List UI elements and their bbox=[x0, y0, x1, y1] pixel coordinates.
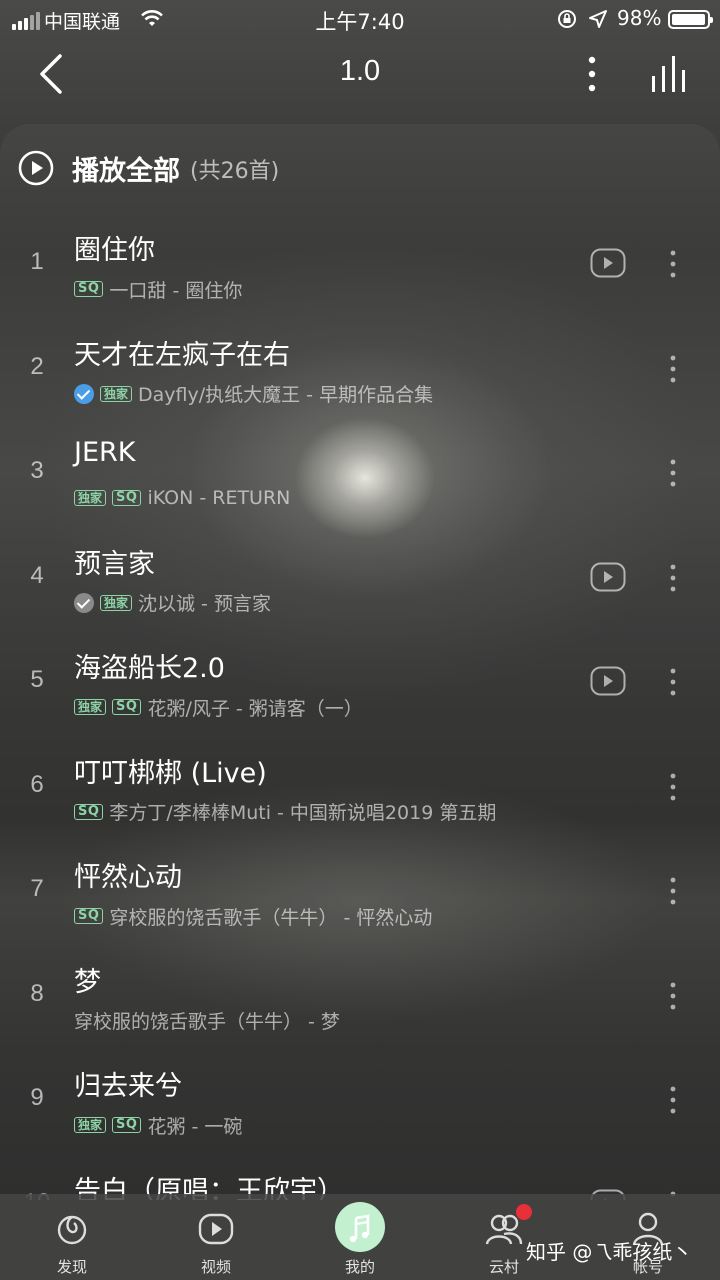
battery-icon bbox=[668, 10, 713, 29]
song-index: 5 bbox=[30, 666, 44, 693]
tab-2[interactable]: 我的 bbox=[288, 1194, 432, 1280]
battery-percent: 98% bbox=[617, 6, 662, 30]
song-meta: SQ 李方丁/李棒棒Muti - 中国新说唱2019 第五期 bbox=[74, 799, 496, 825]
song-title: 叮叮梆梆 (Live) bbox=[74, 757, 267, 789]
more-icon[interactable] bbox=[578, 52, 606, 96]
song-row[interactable]: 8 梦穿校服的饶舌歌手（牛牛） - 梦 bbox=[0, 944, 720, 1048]
artist-album: 沈以诚 - 预言家 bbox=[138, 593, 271, 615]
song-index: 6 bbox=[30, 770, 44, 798]
song-options-icon[interactable] bbox=[664, 771, 682, 803]
song-options-icon[interactable] bbox=[664, 1084, 682, 1116]
song-index: 4 bbox=[30, 561, 44, 589]
sq-badge: SQ bbox=[112, 490, 142, 506]
rotation-lock-icon bbox=[558, 10, 576, 28]
song-title: 归去来兮 bbox=[74, 1071, 182, 1102]
mv-play-icon[interactable] bbox=[590, 248, 626, 278]
song-row[interactable]: 4 预言家独家 沈以诚 - 预言家 bbox=[0, 526, 720, 630]
watermark: 知乎 @乁乖孩纸丶 bbox=[526, 1240, 693, 1264]
tab-label: 我的 bbox=[344, 1258, 375, 1276]
page-title: 1.0 bbox=[339, 55, 381, 87]
sq-badge: SQ bbox=[74, 803, 104, 820]
artist-album: Dayfly/执纸大魔王 - 早期作品合集 bbox=[138, 384, 434, 406]
sq-badge: SQ bbox=[112, 1117, 142, 1133]
song-index: 7 bbox=[30, 875, 44, 902]
song-index: 3 bbox=[30, 457, 44, 484]
tab-label: 发现 bbox=[56, 1258, 87, 1276]
song-meta: 穿校服的饶舌歌手（牛牛） - 梦 bbox=[74, 1008, 340, 1034]
song-index: 8 bbox=[30, 979, 44, 1007]
artist-album: 花粥/风子 - 粥请客（一） bbox=[147, 697, 363, 720]
song-title: 梦 bbox=[74, 966, 101, 998]
song-meta: 独家 Dayfly/执纸大魔王 - 早期作品合集 bbox=[74, 381, 433, 407]
song-meta: 独家 SQ 花粥/风子 - 粥请客（一） bbox=[74, 694, 363, 720]
song-title: 圈住你 bbox=[74, 235, 155, 266]
song-options-icon[interactable] bbox=[664, 457, 682, 489]
video-icon bbox=[198, 1213, 234, 1245]
artist-album: iKON - RETURN bbox=[147, 487, 291, 509]
song-title: 怦然心动 bbox=[74, 862, 182, 893]
song-index: 2 bbox=[30, 352, 44, 380]
clock: 上午7:40 bbox=[315, 10, 405, 34]
song-index: 9 bbox=[30, 1084, 44, 1111]
exclusive-badge: 独家 bbox=[74, 490, 107, 506]
nav-bar: 1.0 bbox=[0, 40, 720, 110]
exclusive-badge: 独家 bbox=[74, 699, 107, 715]
song-title: 天才在左疯子在右 bbox=[74, 339, 290, 371]
song-count: (共26首) bbox=[190, 159, 280, 184]
tab-1[interactable]: 视频 bbox=[144, 1194, 288, 1280]
song-row[interactable]: 1 圈住你 SQ 一口甜 - 圈住你 bbox=[0, 212, 720, 316]
exclusive-badge: 独家 bbox=[100, 385, 133, 402]
song-list-panel: 播放全部 (共26首) 1 圈住你 SQ 一口甜 - 圈住你 2 天才在左疯子在右独家 Da… bbox=[0, 124, 720, 1200]
mv-play-icon[interactable] bbox=[590, 562, 626, 592]
song-row[interactable]: 2 天才在左疯子在右独家 Dayfly/执纸大魔王 - 早期作品合集 bbox=[0, 317, 720, 421]
mv-play-icon[interactable] bbox=[590, 666, 626, 696]
sq-badge: SQ bbox=[74, 281, 104, 297]
song-options-icon[interactable] bbox=[664, 562, 682, 594]
status-bar: 中国联通 上午7:40 98% bbox=[0, 0, 720, 38]
song-meta: 独家 SQ 花粥 - 一碗 bbox=[74, 1112, 242, 1138]
play-all-label: 播放全部 bbox=[72, 156, 180, 187]
sq-badge: SQ bbox=[112, 699, 142, 715]
song-title: 预言家 bbox=[74, 548, 155, 580]
song-options-icon[interactable] bbox=[664, 248, 682, 280]
verified-icon bbox=[74, 383, 94, 404]
play-all-button[interactable]: 播放全部 (共26首) bbox=[0, 124, 720, 212]
song-options-icon[interactable] bbox=[664, 666, 682, 698]
song-meta: 独家 沈以诚 - 预言家 bbox=[74, 590, 271, 616]
notification-dot bbox=[516, 1204, 532, 1220]
song-title: 海盗船长2.0 bbox=[74, 653, 225, 684]
discover-icon bbox=[57, 1215, 87, 1245]
song-meta: SQ 穿校服的饶舌歌手（牛牛） - 怦然心动 bbox=[74, 903, 432, 929]
song-options-icon[interactable] bbox=[664, 980, 682, 1012]
tab-0[interactable]: 发现 bbox=[0, 1194, 144, 1280]
exclusive-badge: 独家 bbox=[100, 594, 133, 611]
artist-album: 穿校服的饶舌歌手（牛牛） - 梦 bbox=[74, 1011, 340, 1033]
song-row[interactable]: 5 海盗船长2.0 独家 SQ 花粥/风子 - 粥请客（一） bbox=[0, 630, 720, 734]
artist-album: 花粥 - 一碗 bbox=[147, 1115, 243, 1138]
artist-album: 一口甜 - 圈住你 bbox=[109, 279, 243, 302]
song-row[interactable]: 10告白（原唱：王欣宇） bbox=[0, 1153, 720, 1200]
song-row[interactable]: 3 JERK 独家 SQ iKON - RETURN bbox=[0, 421, 720, 525]
exclusive-badge: 独家 bbox=[74, 1117, 107, 1133]
music-note-icon bbox=[349, 1214, 370, 1243]
song-options-icon[interactable] bbox=[664, 353, 682, 385]
song-meta: 独家 SQ iKON - RETURN bbox=[74, 485, 290, 511]
song-row[interactable]: 9 归去来兮独家 SQ 花粥 - 一碗 bbox=[0, 1048, 720, 1152]
song-row[interactable]: 6 叮叮梆梆 (Live) SQ 李方丁/李棒棒Muti - 中国新说唱2019 第五… bbox=[0, 735, 720, 839]
song-index: 1 bbox=[30, 248, 44, 275]
artist-album: 李方丁/李棒棒Muti - 中国新说唱2019 第五期 bbox=[109, 802, 497, 824]
tab-label: 视频 bbox=[200, 1258, 231, 1276]
verified-icon bbox=[74, 592, 94, 613]
sq-badge: SQ bbox=[74, 908, 104, 924]
location-icon bbox=[589, 10, 607, 28]
now-playing-icon[interactable] bbox=[648, 52, 692, 96]
play-circle-icon bbox=[18, 150, 54, 186]
song-row[interactable]: 7 怦然心动 SQ 穿校服的饶舌歌手（牛牛） - 怦然心动 bbox=[0, 839, 720, 943]
song-meta: SQ 一口甜 - 圈住你 bbox=[74, 276, 242, 302]
song-title: JERK bbox=[74, 437, 136, 468]
artist-album: 穿校服的饶舌歌手（牛牛） - 怦然心动 bbox=[109, 906, 433, 929]
song-options-icon[interactable] bbox=[664, 875, 682, 907]
